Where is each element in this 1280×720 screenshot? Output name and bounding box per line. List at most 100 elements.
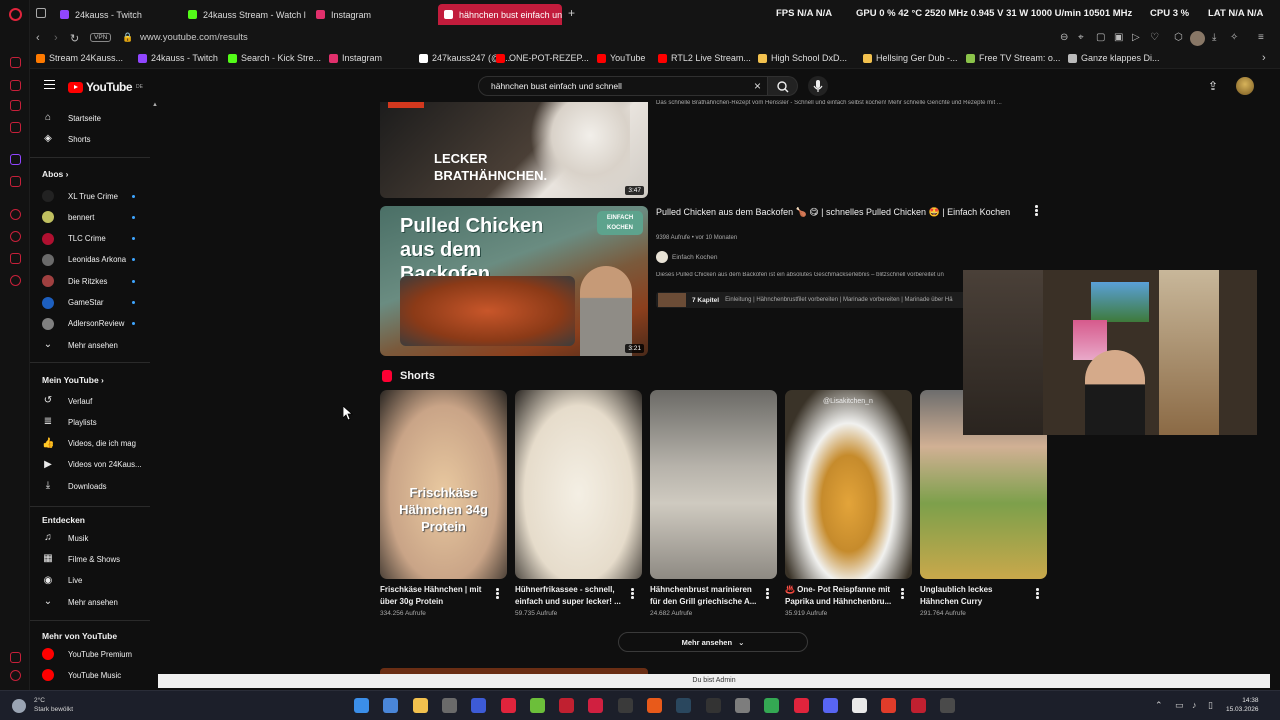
bookmark-item[interactable]: Search - Kick Stre... (228, 53, 321, 63)
bookmark-item[interactable]: Stream 24Kauss... (36, 53, 123, 63)
upload-icon[interactable]: ⇪ (1208, 79, 1218, 93)
shorts-more-button[interactable]: Mehr ansehen ⌄ (618, 632, 808, 652)
discord-icon[interactable] (822, 698, 838, 713)
sidebar-app-icon[interactable] (10, 57, 21, 68)
forward-icon[interactable]: › (54, 32, 58, 44)
sidebar-item-home[interactable]: ⌂ Startseite (30, 108, 154, 128)
video-thumbnail[interactable]: LECKER BRATHÄHNCHEN. 3:47 (380, 102, 648, 198)
sidebar-subscription[interactable]: TLC Crime (30, 229, 154, 249)
adobe-icon[interactable] (881, 698, 897, 713)
chrome-icon[interactable] (764, 698, 780, 713)
calculator-icon[interactable] (383, 698, 399, 713)
stream-app-icon[interactable] (910, 698, 926, 713)
tab-kick[interactable]: 24kauss Stream - Watch l (182, 4, 306, 25)
clock[interactable]: 14:38 15.03.2026 (1226, 696, 1259, 714)
sidebar-item[interactable]: ↺ Verlauf (30, 391, 154, 411)
lock-icon[interactable]: 🔒 (122, 32, 133, 43)
opera-logo-icon[interactable] (9, 8, 22, 21)
bookmark-item[interactable]: ONE-POT-REZEP... (496, 53, 589, 63)
battery-icon[interactable]: ▯ (1208, 700, 1213, 711)
sidebar-subscription[interactable]: GameStar (30, 293, 154, 313)
bookmark-item[interactable]: Instagram (329, 53, 382, 63)
sidebar-item[interactable]: ≣ Playlists (30, 412, 154, 432)
recorder-icon[interactable] (588, 698, 604, 713)
aria-ai-icon[interactable]: ✧ (1230, 32, 1238, 43)
steam-icon[interactable] (676, 698, 692, 713)
bookmark-item[interactable]: 24kauss - Twitch (138, 53, 218, 63)
clear-search-icon[interactable]: × (754, 79, 761, 93)
twitch-icon[interactable] (10, 154, 21, 165)
history-icon[interactable] (10, 231, 21, 242)
sidebar-subscription[interactable]: Die Ritzkes (30, 271, 154, 291)
mouse-app-icon[interactable] (441, 698, 457, 713)
video-menu-icon[interactable] (1035, 205, 1038, 216)
voice-search-button[interactable] (808, 76, 828, 96)
notepad-icon[interactable] (852, 698, 868, 713)
sidebar-subscription[interactable]: bennert (30, 207, 154, 227)
short-menu-icon[interactable] (766, 588, 769, 599)
youtube-logo[interactable]: YouTube DE (68, 80, 143, 94)
sidebar-item[interactable]: ♫ Musik (30, 528, 154, 548)
profile-avatar[interactable] (1190, 31, 1205, 46)
chapters-bar[interactable]: 7 Kapitel Einleitung | Hähnchenbrustfile… (656, 292, 966, 308)
tab-menu-icon[interactable] (36, 8, 46, 18)
tray-overflow-icon[interactable]: ⌃ (1155, 700, 1163, 711)
bookmark-item[interactable]: Hellsing Ger Dub -... (863, 53, 958, 63)
short-thumbnail[interactable] (650, 390, 777, 579)
short-title[interactable]: Hühnerfrikassee - schnell, einfach und s… (515, 584, 627, 608)
my-youtube-heading[interactable]: Mein YouTube › (42, 375, 104, 385)
sidebar-item[interactable]: 👍 Videos, die ich mag (30, 434, 154, 454)
bookmark-item[interactable]: YouTube (597, 53, 645, 63)
tab-instagram[interactable]: Instagram (310, 4, 434, 25)
snap-icon[interactable]: ▣ (1114, 32, 1123, 43)
bookmark-item[interactable]: Ganze klappes Di... (1068, 53, 1160, 63)
sidebar-item-premium[interactable]: YouTube Premium (30, 644, 154, 664)
game-icon[interactable] (647, 698, 662, 713)
short-title[interactable]: Unglaublich leckes Hähnchen Curry (920, 584, 1032, 608)
settings-gear-icon[interactable] (10, 275, 21, 286)
short-menu-icon[interactable] (496, 588, 499, 599)
obs-icon[interactable] (617, 698, 633, 713)
url-field[interactable]: www.youtube.com/results (140, 32, 248, 43)
download-icon[interactable]: ⤓ (1212, 32, 1216, 43)
start-icon[interactable] (354, 698, 369, 713)
sidebar-item[interactable]: ⤓ Downloads (30, 476, 154, 496)
bookmark-item[interactable]: RTL2 Live Stream... (658, 53, 751, 63)
epic-icon[interactable] (705, 698, 721, 713)
bookmarks-icon[interactable] (10, 253, 21, 264)
guide-menu-icon[interactable] (44, 80, 55, 89)
short-menu-icon[interactable] (631, 588, 634, 599)
reload-icon[interactable]: ↻ (70, 32, 79, 45)
sidebar-subscription[interactable]: AdlersonReview (30, 314, 154, 334)
opera-icon[interactable] (793, 698, 809, 713)
sidebar-item-shorts[interactable]: ◈ Shorts (30, 129, 154, 149)
weather-icon[interactable] (12, 699, 26, 713)
file-explorer-icon[interactable] (412, 698, 428, 713)
weather-widget[interactable]: 2°C Stark bewölkt (34, 696, 73, 714)
channel-link[interactable]: Einfach Kochen (656, 251, 718, 263)
video-thumbnail[interactable]: Pulled Chicken aus dem Backofen EINFACH … (380, 206, 648, 356)
network-icon[interactable]: ▭ (1175, 700, 1184, 711)
opera-gx-icon[interactable] (500, 698, 516, 713)
new-tab-button[interactable]: + (568, 6, 575, 20)
search-input[interactable]: hähnchen bust einfach und schnell × (478, 76, 768, 96)
player-icon[interactable]: ▷ (1132, 32, 1140, 43)
sidebar-app-icon[interactable] (10, 176, 21, 187)
messenger-icon[interactable] (10, 80, 21, 91)
short-title[interactable]: ♨️ One- Pot Reispfanne mit Paprika und H… (785, 584, 897, 608)
heart-icon[interactable]: ♡ (1150, 32, 1159, 43)
short-title[interactable]: Frischkäse Hähnchen | mit über 30g Prote… (380, 584, 492, 608)
short-menu-icon[interactable] (1036, 588, 1039, 599)
sidebar-item[interactable]: ▦ Filme & Shows (30, 549, 154, 569)
more-icon[interactable] (10, 670, 21, 681)
bookmark-item[interactable]: High School DxD... (758, 53, 847, 63)
short-title[interactable]: Hähnchenbrust marinieren für den Grill g… (650, 584, 762, 608)
subs-show-more[interactable]: ⌄ Mehr ansehen (30, 335, 154, 355)
explore-show-more[interactable]: ⌄ Mehr ansehen (30, 592, 154, 612)
subscriptions-heading[interactable]: Abos › (42, 169, 68, 179)
tab-youtube-active[interactable]: hähnchen bust einfach un (438, 4, 562, 25)
short-thumbnail[interactable] (515, 390, 642, 579)
settings-gear-icon[interactable] (734, 698, 750, 713)
sidebar-subscription[interactable]: Leonidas Arkona (30, 250, 154, 270)
short-thumbnail[interactable]: @Lisakitchen_n (785, 390, 912, 579)
